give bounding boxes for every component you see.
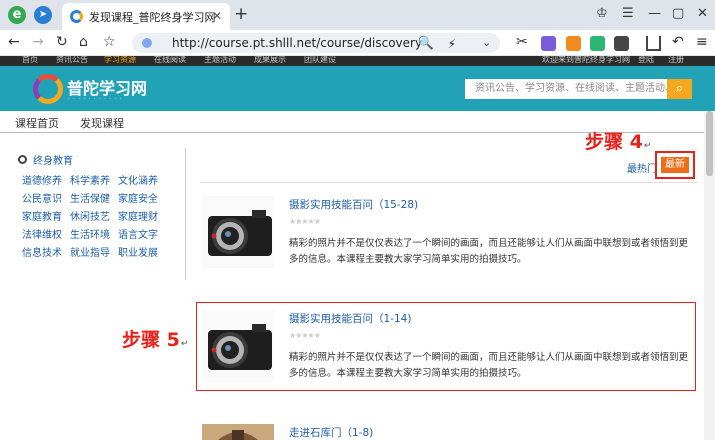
circle-bullet-icon [18, 155, 27, 164]
browser-logo-icon[interactable]: e [8, 6, 26, 24]
course-thumbnail-shikumen[interactable] [202, 424, 274, 440]
top-link-achievements[interactable]: 成果展示 [254, 56, 286, 65]
lightning-icon[interactable]: ⚡ [448, 34, 456, 54]
top-link-home[interactable]: 首页 [22, 56, 38, 65]
welcome-text: 欢迎来到普陀终身学习网 [542, 56, 630, 64]
return-mark-icon: ↵ [180, 339, 189, 349]
home-icon[interactable]: ⌂ [79, 34, 88, 50]
category-link[interactable]: 休闲技艺 [70, 212, 118, 224]
dropdown-chevron-icon[interactable]: ⌄ [482, 36, 491, 49]
subnav-discover-courses[interactable]: 发现课程 [80, 115, 124, 131]
course-title-link[interactable]: 摄影实用技能百问（1-14) [289, 311, 411, 326]
subnav-course-home[interactable]: 课程首页 [15, 115, 59, 131]
site-header: 普陀学习网 · · · · · · · · · · · 资讯公告、学习资源、在线… [0, 66, 715, 111]
category-link[interactable]: 生活保健 [70, 194, 118, 206]
address-bar[interactable]: http://course.pt.shlll.net/course/discov… [132, 33, 500, 53]
category-link[interactable]: 语言文字 [118, 230, 166, 242]
scissors-icon[interactable]: ✂ [516, 34, 528, 50]
tab-course-discovery[interactable]: 发现课程_普陀终身学习网 ✕ [62, 3, 230, 30]
back-icon[interactable]: ← [8, 34, 20, 50]
address-url: http://course.pt.shlll.net/course/discov… [172, 36, 423, 50]
category-link[interactable]: 信息技术 [22, 248, 70, 260]
more-icon[interactable]: ≡ [696, 34, 708, 50]
course-item: 摄影实用技能百问（1-14) ★★★★★ 精彩的照片并不是仅仅表达了一个瞬间的画… [200, 310, 698, 390]
category-link[interactable]: 家庭安全 [118, 194, 166, 206]
camera-image [202, 310, 274, 382]
security-shield-icon [142, 38, 152, 48]
shikumen-image [202, 424, 274, 440]
course-description: 精彩的照片并不是仅仅表达了一个瞬间的画面，而且还能够让人们从画面中联想到或者领悟… [289, 352, 689, 379]
category-link[interactable]: 道德修养 [22, 176, 70, 188]
browser-nav-bar: ← → ↻ ⌂ ☆ http://course.pt.shlll.net/cou… [0, 30, 715, 56]
step-4-annotation: 步骤 4↵ [585, 127, 651, 154]
step-5-annotation: 步骤 5↵ [122, 325, 188, 352]
sort-newest-button[interactable]: 最新 [661, 157, 689, 173]
top-link-reading[interactable]: 在线阅读 [154, 56, 186, 65]
top-link-resources[interactable]: 学习资源 [104, 56, 136, 65]
category-link[interactable]: 家庭教育 [22, 212, 70, 224]
minimize-icon[interactable]: — [648, 6, 661, 21]
undo-icon[interactable]: ↶ [672, 34, 684, 50]
bookmark-star-icon[interactable]: ☆ [103, 34, 116, 50]
step-4-text: 步骤 4 [585, 131, 643, 153]
search-icon: ⌕ [675, 81, 684, 96]
menu-icon[interactable]: ☰ [622, 6, 634, 21]
close-window-icon[interactable]: ✕ [697, 6, 708, 21]
tab-title: 发现课程_普陀终身学习网 [89, 10, 216, 24]
category-link[interactable]: 公民意识 [22, 194, 70, 206]
reload-icon[interactable]: ↻ [56, 34, 68, 50]
course-thumbnail-camera[interactable] [202, 310, 274, 382]
category-link[interactable]: 就业指导 [70, 248, 118, 260]
category-link[interactable]: 生活环境 [70, 230, 118, 242]
browser-tab-bar: e ➤ 发现课程_普陀终身学习网 ✕ + ♔ ☰ — ▢ ✕ [0, 0, 715, 30]
site-top-links-bar: 首页 资讯公告 学习资源 在线阅读 主题活动 成果展示 团队建设 欢迎来到普陀终… [0, 56, 715, 66]
sort-hottest-link[interactable]: 最热门 [627, 160, 657, 175]
course-thumbnail-camera[interactable] [202, 196, 274, 268]
category-grid: 道德修养 科学素养 文化涵养 公民意识 生活保健 家庭安全 家庭教育 休闲技艺 … [22, 176, 172, 260]
new-tab-button[interactable]: + [234, 4, 248, 24]
site-favicon-icon [70, 10, 83, 23]
list-divider [200, 182, 698, 183]
category-link[interactable]: 职业发展 [118, 248, 166, 260]
page-scrollbar[interactable] [704, 111, 715, 440]
calendar-icon[interactable] [590, 36, 605, 51]
top-link-team[interactable]: 团队建设 [304, 56, 336, 65]
search-icon[interactable]: 🔍 [418, 34, 434, 54]
telegram-icon[interactable]: ➤ [34, 6, 52, 24]
top-link-news[interactable]: 资讯公告 [56, 56, 88, 65]
tab-close-icon[interactable]: ✕ [212, 9, 222, 23]
course-title-link[interactable]: 摄影实用技能百问（15-28) [289, 197, 418, 212]
category-link[interactable]: 科学素养 [70, 176, 118, 188]
rating-stars: ★★★★★ [289, 331, 321, 340]
course-description: 精彩的照片并不是仅仅表达了一个瞬间的画面，而且还能够让人们从画面中联想到或者领悟… [289, 238, 689, 265]
category-link[interactable]: 文化涵养 [118, 176, 166, 188]
site-search-button[interactable]: ⌕ [667, 79, 692, 99]
category-link[interactable]: 法律维权 [22, 230, 70, 242]
rating-stars: ★★★★★ [289, 217, 321, 226]
course-title-link[interactable]: 走进石库门（1-8) [289, 425, 373, 440]
return-mark-icon: ↵ [643, 141, 652, 151]
camera-image [202, 196, 274, 268]
sidebar-heading[interactable]: 终身教育 [18, 152, 73, 167]
extension-purple-icon[interactable] [541, 36, 556, 51]
maximize-icon[interactable]: ▢ [672, 6, 684, 21]
category-link[interactable]: 家庭理财 [118, 212, 166, 224]
login-link[interactable]: 登陆 [638, 56, 654, 65]
site-logo-subtext: · · · · · · · · · · · [68, 96, 123, 102]
forward-icon[interactable]: → [32, 34, 44, 50]
shirt-icon[interactable]: ♔ [596, 6, 608, 21]
register-link[interactable]: 注册 [668, 56, 684, 65]
top-link-activities[interactable]: 主题活动 [204, 56, 236, 65]
site-logo-icon[interactable] [33, 74, 63, 104]
course-item: 摄影实用技能百问（15-28) ★★★★★ 精彩的照片并不是仅仅表达了一个瞬间的… [200, 196, 698, 276]
download-icon[interactable] [646, 36, 661, 51]
sidebar-heading-text: 终身教育 [33, 156, 73, 167]
game-controller-icon[interactable] [566, 36, 581, 51]
step-5-text: 步骤 5 [122, 329, 180, 351]
site-search-input[interactable]: 资讯公告、学习资源、在线阅读、主题活动、成果展示 [465, 79, 667, 99]
scrollbar-thumb[interactable] [706, 111, 713, 176]
apps-grid-icon[interactable] [614, 36, 629, 51]
sidebar-divider [185, 148, 186, 280]
